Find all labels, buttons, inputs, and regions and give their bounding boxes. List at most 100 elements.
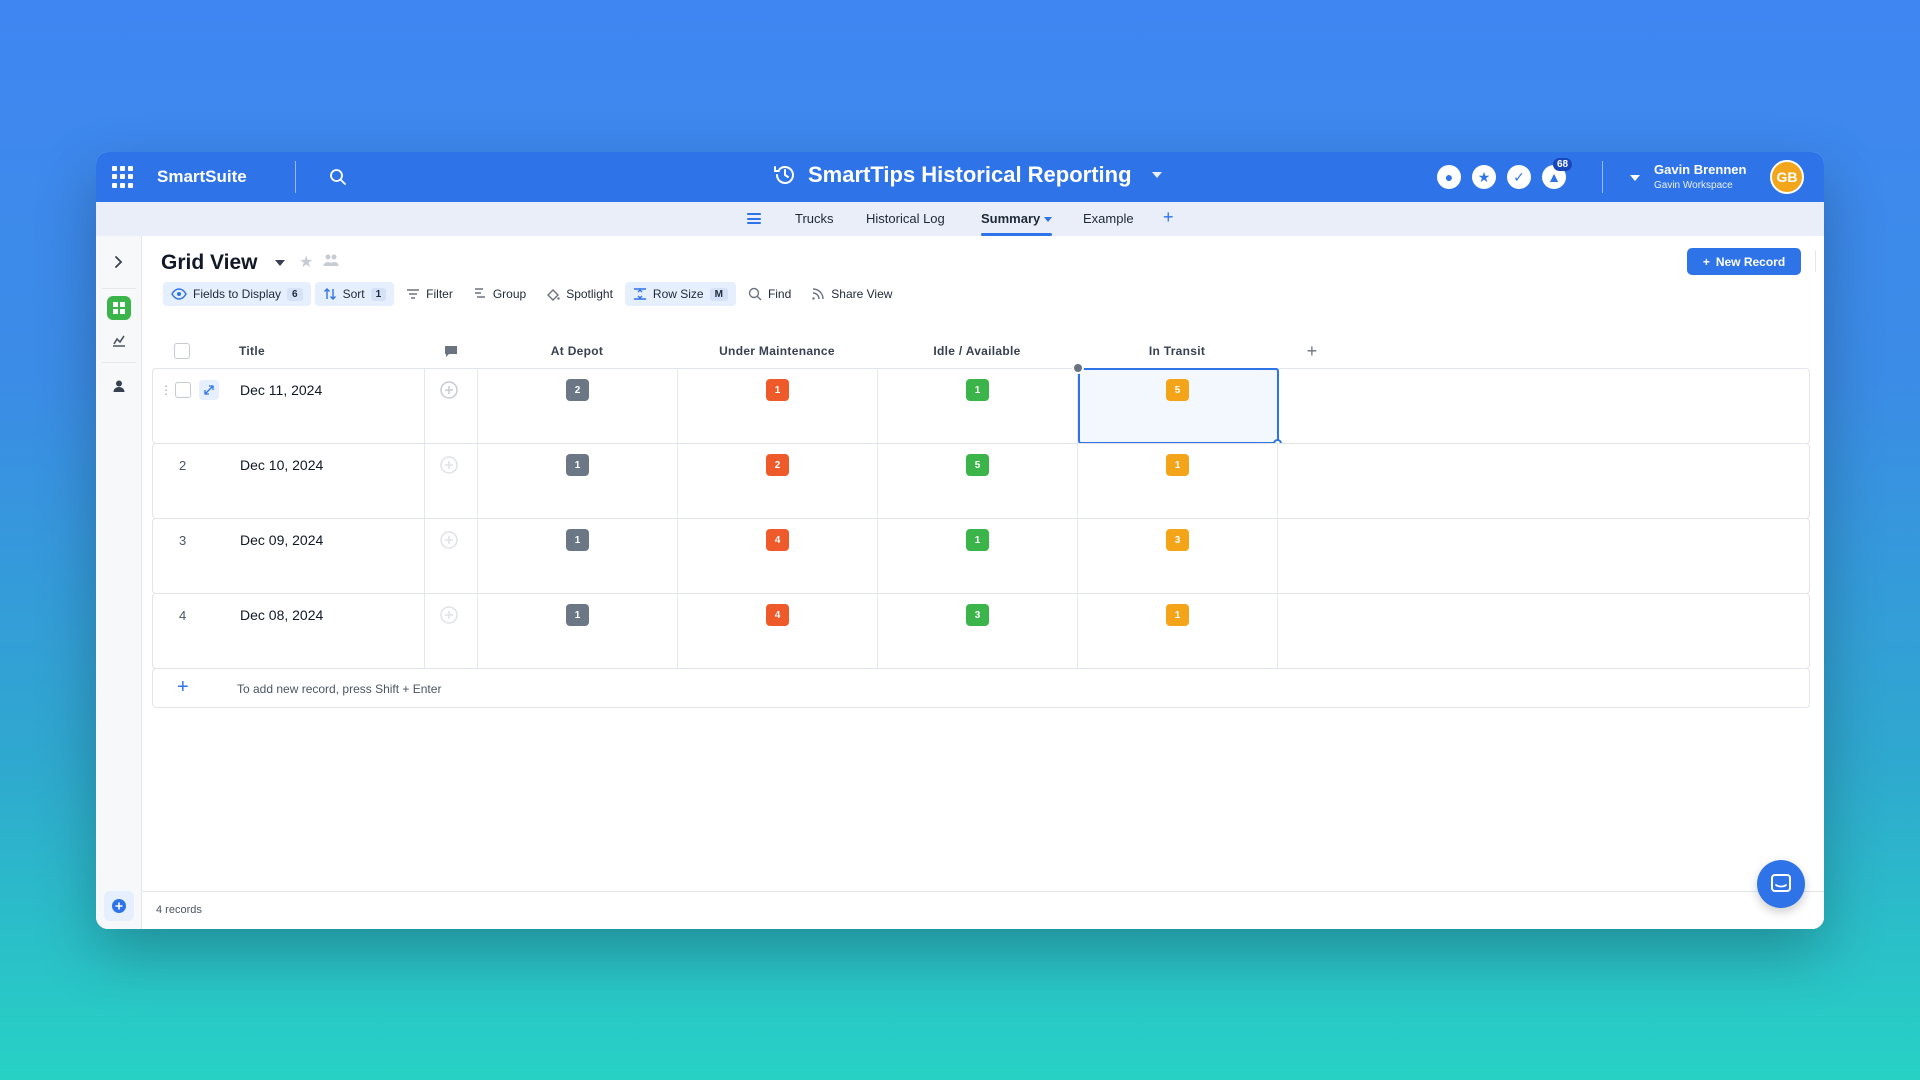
comment-column-icon[interactable]	[424, 334, 477, 368]
column-header-under-maintenance[interactable]: Under Maintenance	[677, 334, 877, 368]
row-title: Dec 11, 2024	[240, 382, 323, 398]
checkmark-icon[interactable]: ✓	[1507, 165, 1531, 189]
tab-summary-label: Summary	[981, 211, 1041, 226]
add-view-button[interactable]	[104, 891, 134, 921]
table-row[interactable]: ⋮⋮ Dec 11, 2024 2 1 1 5	[152, 362, 1810, 448]
row-number: 3	[179, 533, 187, 548]
star-icon[interactable]: ★	[1472, 165, 1496, 189]
user-workspace: Gavin Workspace	[1654, 180, 1733, 191]
add-comment-icon[interactable]	[439, 455, 459, 475]
new-record-label: New Record	[1715, 254, 1786, 269]
table-row[interactable]: 2 Dec 10, 2024 1 2 5 1	[152, 443, 1810, 519]
chevron-down-icon[interactable]	[1151, 172, 1162, 178]
sort-button[interactable]: Sort 1	[314, 282, 395, 306]
row-size-value: M	[709, 287, 728, 301]
share-view-label: Share View	[831, 287, 893, 301]
group-button[interactable]: Group	[465, 282, 534, 306]
chevron-down-icon[interactable]	[1044, 217, 1053, 223]
tab-historical-log[interactable]: Historical Log	[866, 211, 945, 226]
status-footer: 4 records	[142, 891, 1824, 929]
divider	[102, 362, 136, 363]
apps-grid-icon[interactable]	[112, 166, 134, 188]
expand-sidebar-icon[interactable]	[107, 250, 131, 274]
brand-name[interactable]: SmartSuite	[157, 167, 247, 187]
share-view-button[interactable]: Share View	[803, 282, 900, 306]
row-checkbox[interactable]	[175, 382, 191, 398]
fields-to-display-button[interactable]: Fields to Display 6	[163, 282, 311, 306]
at-depot-badge: 1	[566, 529, 589, 551]
maintenance-badge: 1	[766, 379, 789, 401]
paint-bucket-icon	[547, 289, 560, 301]
transit-badge: 3	[1166, 529, 1189, 551]
tab-trucks[interactable]: Trucks	[795, 211, 834, 226]
group-icon	[474, 288, 485, 298]
star-icon[interactable]: ★	[299, 252, 313, 272]
chevron-down-icon[interactable]	[275, 260, 285, 266]
group-label: Group	[492, 287, 527, 301]
filter-button[interactable]: Filter	[398, 282, 461, 306]
sort-label: Sort	[342, 287, 365, 301]
add-record-hint: To add new record, press Shift + Enter	[237, 682, 442, 696]
tab-example[interactable]: Example	[1083, 211, 1134, 226]
new-record-button[interactable]: + New Record	[1687, 248, 1801, 275]
row-size-icon	[633, 288, 646, 300]
add-comment-icon[interactable]	[439, 605, 459, 625]
user-name[interactable]: Gavin Brennen	[1654, 162, 1746, 177]
search-icon[interactable]	[328, 167, 348, 187]
plus-icon: +	[1702, 254, 1710, 269]
row-title: Dec 09, 2024	[240, 532, 324, 548]
add-record-row[interactable]: + To add new record, press Shift + Enter	[152, 668, 1810, 708]
plus-icon[interactable]: +	[177, 676, 189, 699]
transit-badge: 5	[1166, 379, 1189, 401]
team-icon[interactable]: ●	[1437, 165, 1461, 189]
menu-icon[interactable]	[747, 213, 761, 224]
find-label: Find	[767, 287, 792, 301]
idle-badge: 5	[966, 454, 989, 476]
add-comment-icon[interactable]	[439, 380, 459, 400]
maintenance-badge: 4	[766, 604, 789, 626]
row-number: 4	[179, 608, 187, 623]
idle-badge: 1	[966, 379, 989, 401]
column-header-in-transit[interactable]: In Transit	[1077, 334, 1277, 368]
app-title: SmartTips Historical Reporting	[808, 162, 1132, 187]
divider	[1602, 161, 1603, 193]
tab-summary[interactable]: Summary	[981, 211, 1053, 236]
left-sidebar	[96, 236, 142, 929]
add-tab-icon[interactable]: +	[1163, 207, 1174, 228]
cell-drag-dot[interactable]	[1072, 362, 1084, 374]
sort-icon	[323, 288, 336, 300]
view-title[interactable]: Grid View	[161, 251, 257, 275]
search-icon	[748, 287, 762, 301]
spotlight-button[interactable]: Spotlight	[538, 282, 621, 306]
chart-view-icon[interactable]	[107, 328, 131, 352]
idle-badge: 1	[966, 529, 989, 551]
record-count: 4 records	[156, 904, 202, 916]
chevron-down-icon[interactable]	[1630, 175, 1640, 181]
top-bar: SmartSuite SmartTips Historical Reportin…	[96, 152, 1824, 202]
row-number: 2	[179, 458, 187, 473]
divider	[295, 161, 296, 193]
add-column-icon[interactable]: +	[1277, 334, 1347, 368]
fields-label: Fields to Display	[193, 287, 282, 301]
select-all-checkbox[interactable]	[174, 343, 190, 359]
person-icon[interactable]	[107, 374, 131, 398]
share-people-icon[interactable]	[323, 253, 339, 267]
view-toolbar: Fields to Display 6 Sort 1 Filter Group …	[163, 282, 904, 306]
column-header-at-depot[interactable]: At Depot	[477, 334, 677, 368]
filter-icon	[407, 289, 420, 299]
feed-icon	[812, 288, 824, 300]
row-size-button[interactable]: Row Size M	[624, 282, 736, 306]
column-header-title[interactable]: Title	[239, 334, 265, 368]
app-title-group[interactable]: SmartTips Historical Reporting	[772, 162, 1162, 188]
divider	[1815, 250, 1816, 272]
at-depot-badge: 2	[566, 379, 589, 401]
avatar[interactable]: GB	[1770, 160, 1804, 194]
find-button[interactable]: Find	[740, 282, 799, 306]
grid-view-icon[interactable]	[107, 296, 131, 320]
table-row[interactable]: 3 Dec 09, 2024 1 4 1 3	[152, 518, 1810, 594]
column-header-idle-available[interactable]: Idle / Available	[877, 334, 1077, 368]
expand-record-icon[interactable]	[199, 380, 219, 400]
table-row[interactable]: 4 Dec 08, 2024 1 4 3 1	[152, 593, 1810, 669]
chat-support-button[interactable]	[1757, 860, 1805, 908]
add-comment-icon[interactable]	[439, 530, 459, 550]
